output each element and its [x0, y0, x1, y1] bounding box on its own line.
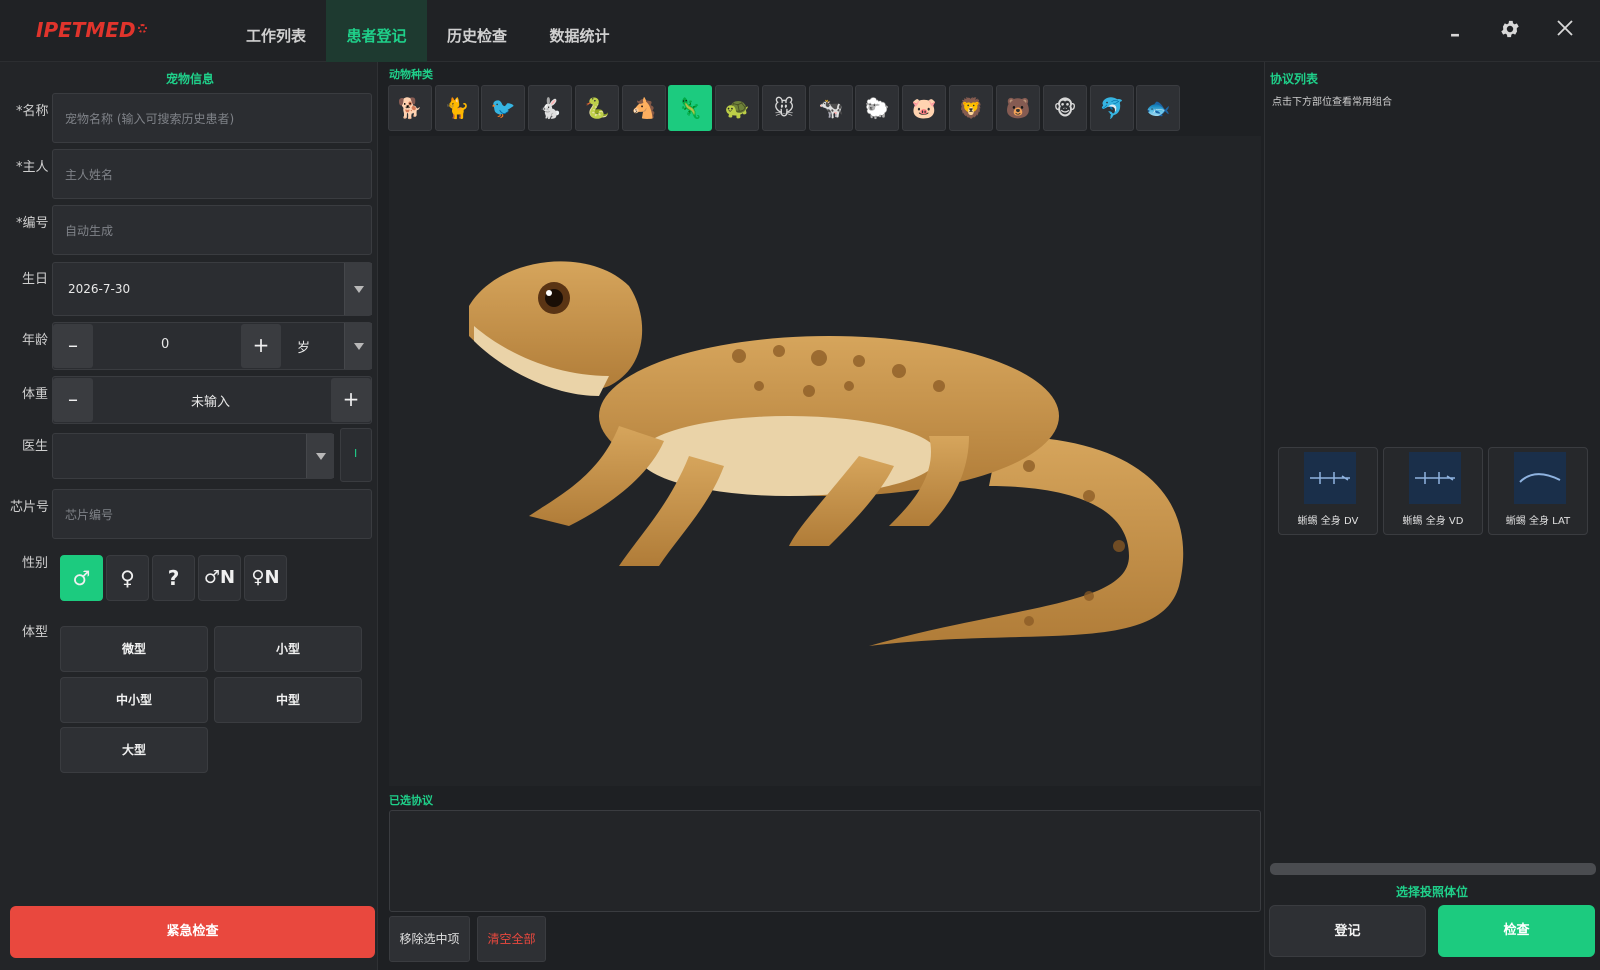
chip-placeholder: 芯片编号 [65, 508, 114, 522]
age-value: 0 [161, 337, 170, 352]
xray-thumbnail [1514, 452, 1566, 504]
selected-protocols-title: 已选协议 [389, 794, 433, 807]
id-placeholder: 自动生成 [65, 224, 114, 238]
owner-placeholder: 主人姓名 [65, 168, 114, 182]
protocol-caption: 蜥蜴 全身 VD [1402, 516, 1464, 527]
species-lizard[interactable]: 🦎 [668, 85, 712, 131]
species-mouse[interactable]: 🐭 [762, 85, 806, 131]
sex-male-button[interactable]: ♂ [60, 555, 103, 601]
species-turtle[interactable]: 🐢 [715, 85, 759, 131]
xray-thumbnail [1304, 452, 1356, 504]
xray-thumbnail [1409, 452, 1461, 504]
age-increment-button[interactable]: + [241, 324, 281, 368]
close-icon [1557, 20, 1573, 36]
sex-unknown-button[interactable]: ? [152, 555, 195, 601]
species-lion[interactable]: 🦁 [949, 85, 993, 131]
owner-label: *主人 [16, 160, 49, 175]
chip-input[interactable]: 芯片编号 [52, 489, 372, 539]
species-cat[interactable]: 🐈 [435, 85, 479, 131]
protocol-hint: 点击下方部位查看常用组合 [1272, 97, 1392, 108]
tab-statistics[interactable]: 数据统计 [527, 0, 632, 62]
doctor-select[interactable] [52, 433, 334, 479]
size-label: 体型 [22, 625, 49, 640]
id-input[interactable]: 自动生成 [52, 205, 372, 255]
age-unit: 岁 [297, 341, 311, 356]
register-button[interactable]: 登记 [1269, 905, 1426, 957]
id-label: *编号 [16, 216, 49, 231]
animal-preview [389, 136, 1261, 786]
protocol-card-lat[interactable]: 蜥蜴 全身 LAT [1488, 447, 1588, 535]
weight-value[interactable]: 未输入 [191, 391, 230, 410]
protocol-caption: 蜥蜴 全身 LAT [1505, 516, 1571, 527]
species-rabbit[interactable]: 🐇 [528, 85, 572, 131]
selected-protocols-list[interactable] [389, 810, 1261, 912]
chip-label: 芯片号 [10, 500, 50, 515]
chevron-down-icon[interactable] [306, 434, 334, 478]
sex-label: 性别 [22, 556, 49, 571]
birthday-picker[interactable]: 2026-7-30 [52, 262, 372, 316]
doctor-side-text: I [354, 447, 358, 460]
horizontal-scrollbar[interactable] [1270, 863, 1596, 875]
emergency-exam-button[interactable]: 紧急检查 [10, 906, 375, 958]
protocol-caption: 蜥蜴 全身 DV [1297, 516, 1359, 527]
species-horse[interactable]: 🐴 [622, 85, 666, 131]
pet-info-title: 宠物信息 [166, 72, 215, 86]
birthday-value: 2026-7-30 [68, 282, 131, 296]
check-button[interactable]: 检查 [1438, 905, 1595, 957]
species-cow[interactable]: 🐄 [809, 85, 853, 131]
size-large-button[interactable]: 大型 [60, 727, 208, 773]
species-bear[interactable]: 🐻 [996, 85, 1040, 131]
name-label: *名称 [16, 104, 49, 119]
app-logo: IPETMED [36, 18, 147, 42]
species-dog[interactable]: 🐕 [388, 85, 432, 131]
age-stepper: – 0 + 岁 [52, 322, 372, 370]
tab-patient-registration[interactable]: 患者登记 [326, 0, 427, 62]
age-unit-dropdown[interactable] [344, 323, 372, 369]
species-fish[interactable]: 🐟 [1136, 85, 1180, 131]
tab-worklist[interactable]: 工作列表 [226, 0, 326, 62]
sex-spayed-female-button[interactable]: ♀N [244, 555, 287, 601]
birthday-label: 生日 [22, 272, 49, 287]
chevron-down-icon[interactable] [344, 263, 372, 315]
species-dolphin[interactable]: 🐬 [1090, 85, 1134, 131]
species-title: 动物种类 [389, 68, 433, 81]
species-snake[interactable]: 🐍 [575, 85, 619, 131]
position-title: 选择投照体位 [1396, 885, 1469, 899]
clear-all-button[interactable]: 清空全部 [477, 916, 546, 962]
sex-neutered-male-button[interactable]: ♂N [198, 555, 241, 601]
protocol-card-vd[interactable]: 蜥蜴 全身 VD [1383, 447, 1483, 535]
species-sheep[interactable]: 🐑 [855, 85, 899, 131]
weight-label: 体重 [22, 387, 49, 402]
sex-female-button[interactable]: ♀ [106, 555, 149, 601]
minimize-button[interactable]: – [1450, 22, 1476, 48]
protocol-list-title: 协议列表 [1270, 72, 1319, 86]
tab-history[interactable]: 历史检查 [427, 0, 527, 62]
protocol-card-dv[interactable]: 蜥蜴 全身 DV [1278, 447, 1378, 535]
weight-decrement-button[interactable]: – [53, 378, 93, 422]
lizard-illustration [469, 261, 1184, 646]
gear-icon [1501, 20, 1519, 38]
settings-button[interactable] [1499, 18, 1525, 44]
species-bird[interactable]: 🐦 [481, 85, 525, 131]
remove-selected-button[interactable]: 移除选中项 [389, 916, 470, 962]
name-input[interactable]: 宠物名称 (输入可搜索历史患者) [52, 93, 372, 143]
size-small-medium-button[interactable]: 中小型 [60, 677, 208, 723]
size-small-button[interactable]: 小型 [214, 626, 362, 672]
weight-stepper: – 未输入 + [52, 376, 372, 424]
weight-increment-button[interactable]: + [331, 378, 371, 422]
species-pig[interactable]: 🐷 [902, 85, 946, 131]
name-placeholder: 宠物名称 (输入可搜索历史患者) [65, 112, 235, 126]
age-label: 年龄 [22, 333, 49, 348]
doctor-label: 医生 [22, 439, 49, 454]
close-button[interactable] [1555, 18, 1581, 44]
doctor-side-button[interactable]: I [340, 428, 372, 482]
species-monkey[interactable]: 🐵 [1043, 85, 1087, 131]
size-medium-button[interactable]: 中型 [214, 677, 362, 723]
size-tiny-button[interactable]: 微型 [60, 626, 208, 672]
age-decrement-button[interactable]: – [53, 324, 93, 368]
title-bar: IPETMED 工作列表 患者登记 历史检查 数据统计 – [0, 0, 1600, 62]
owner-input[interactable]: 主人姓名 [52, 149, 372, 199]
